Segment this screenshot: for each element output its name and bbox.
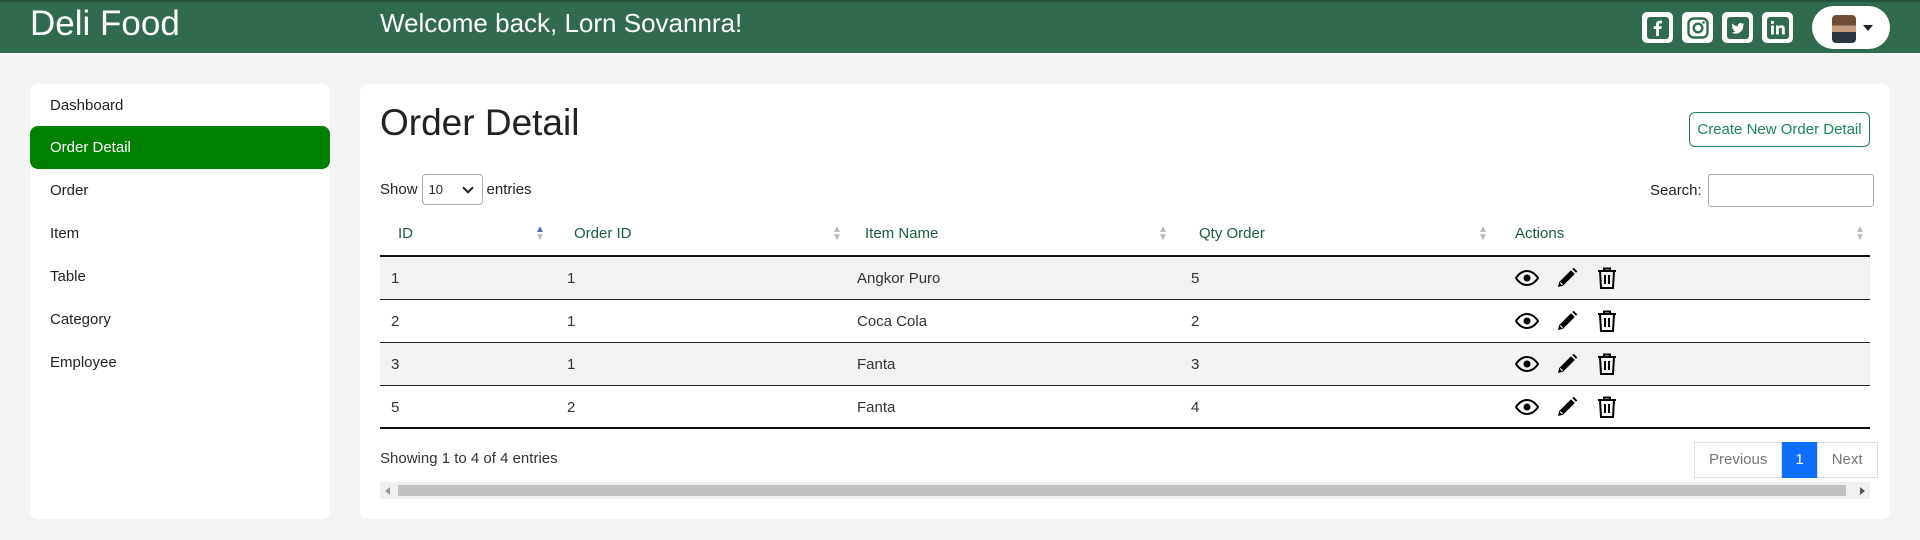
cell-order-id: 1 [567, 313, 576, 330]
column-header-order-id[interactable]: Order ID [574, 214, 632, 257]
caret-down-icon [1863, 25, 1873, 31]
cell-order-id: 1 [567, 356, 576, 373]
next-page-button[interactable]: Next [1816, 442, 1878, 478]
previous-page-button[interactable]: Previous [1694, 442, 1783, 478]
eye-icon[interactable] [1515, 352, 1539, 376]
sidebar: Dashboard Order Detail Order Item Table … [30, 84, 330, 519]
cell-item-name: Fanta [857, 399, 896, 416]
entries-select-value: 10 [428, 182, 443, 197]
row-actions [1515, 309, 1619, 333]
page-title: Order Detail [380, 102, 580, 143]
column-header-actions[interactable]: Actions [1515, 214, 1564, 257]
sidebar-item-item[interactable]: Item [30, 212, 330, 255]
trash-icon[interactable] [1595, 352, 1619, 376]
entries-label: entries [486, 181, 532, 198]
entries-length-control: Show 10 entries [380, 174, 532, 205]
search-label: Search: [1650, 182, 1702, 199]
table-row: 5 2 Fanta 4 [380, 386, 1870, 429]
cell-qty-order: 2 [1191, 313, 1200, 330]
cell-id: 1 [391, 270, 400, 287]
pencil-icon[interactable] [1555, 395, 1579, 419]
search-input[interactable] [1707, 174, 1874, 207]
scroll-right-icon[interactable] [1860, 487, 1865, 495]
eye-icon[interactable] [1515, 266, 1539, 290]
sort-icon[interactable]: ▲ ▼ [1855, 225, 1865, 243]
row-actions [1515, 352, 1619, 376]
table-row: 3 1 Fanta 3 [380, 343, 1870, 386]
order-detail-table: ID ▲ ▼ Order ID ▲ ▼ Item Name ▲ ▼ Qty Order… [380, 214, 1870, 429]
top-navbar: Deli Food Welcome back, Lorn Sovannra! [0, 0, 1920, 53]
eye-icon[interactable] [1515, 309, 1539, 333]
sort-asc-icon[interactable]: ▲ ▼ [535, 225, 545, 243]
cell-id: 2 [391, 313, 400, 330]
sidebar-item-dashboard[interactable]: Dashboard [30, 84, 330, 127]
scroll-left-icon[interactable] [385, 487, 390, 495]
trash-icon[interactable] [1595, 266, 1619, 290]
cell-qty-order: 3 [1191, 356, 1200, 373]
cell-order-id: 1 [567, 270, 576, 287]
table-header: ID ▲ ▼ Order ID ▲ ▼ Item Name ▲ ▼ Qty Order… [380, 214, 1870, 257]
twitter-icon[interactable] [1722, 12, 1753, 43]
sidebar-item-employee[interactable]: Employee [30, 341, 330, 384]
trash-icon[interactable] [1595, 309, 1619, 333]
chevron-down-icon [461, 181, 474, 194]
cell-order-id: 2 [567, 399, 576, 416]
create-order-detail-button[interactable]: Create New Order Detail [1689, 112, 1870, 147]
cell-qty-order: 4 [1191, 399, 1200, 416]
pencil-icon[interactable] [1555, 266, 1579, 290]
sort-icon[interactable]: ▲ ▼ [1158, 225, 1168, 243]
brand-logo[interactable]: Deli Food [30, 4, 180, 44]
sidebar-item-table[interactable]: Table [30, 255, 330, 298]
pencil-icon[interactable] [1555, 352, 1579, 376]
entries-select[interactable]: 10 [421, 174, 483, 205]
column-header-id[interactable]: ID [398, 214, 413, 257]
table-row: 2 1 Coca Cola 2 [380, 300, 1870, 343]
table-info: Showing 1 to 4 of 4 entries [380, 450, 558, 467]
scrollbar-thumb[interactable] [398, 485, 1846, 496]
user-menu-button[interactable] [1812, 6, 1890, 49]
column-header-item-name[interactable]: Item Name [865, 214, 938, 257]
avatar [1832, 15, 1856, 43]
main-panel: Order Detail Create New Order Detail Sho… [360, 84, 1890, 519]
sidebar-item-category[interactable]: Category [30, 298, 330, 341]
pencil-icon[interactable] [1555, 309, 1579, 333]
page-1-button[interactable]: 1 [1782, 442, 1817, 478]
cell-item-name: Fanta [857, 356, 896, 373]
cell-item-name: Coca Cola [857, 313, 928, 330]
cell-id: 5 [391, 399, 400, 416]
social-links [1642, 12, 1793, 43]
sort-icon[interactable]: ▲ ▼ [1478, 225, 1488, 243]
horizontal-scrollbar[interactable] [380, 482, 1870, 499]
search-control: Search: [1650, 174, 1874, 207]
pagination: Previous 1 Next [1694, 442, 1878, 478]
cell-id: 3 [391, 356, 400, 373]
trash-icon[interactable] [1595, 395, 1619, 419]
welcome-message: Welcome back, Lorn Sovannra! [380, 8, 743, 38]
sidebar-item-order-detail[interactable]: Order Detail [30, 126, 330, 169]
table-row: 1 1 Angkor Puro 5 [380, 257, 1870, 300]
sort-icon[interactable]: ▲ ▼ [832, 225, 842, 243]
eye-icon[interactable] [1515, 395, 1539, 419]
cell-qty-order: 5 [1191, 270, 1200, 287]
show-label: Show [380, 181, 418, 198]
linkedin-icon[interactable] [1762, 12, 1793, 43]
row-actions [1515, 266, 1619, 290]
row-actions [1515, 395, 1619, 419]
instagram-icon[interactable] [1682, 12, 1713, 43]
sidebar-item-order[interactable]: Order [30, 169, 330, 212]
column-header-qty-order[interactable]: Qty Order [1199, 214, 1265, 257]
cell-item-name: Angkor Puro [857, 270, 941, 287]
facebook-icon[interactable] [1642, 12, 1673, 43]
